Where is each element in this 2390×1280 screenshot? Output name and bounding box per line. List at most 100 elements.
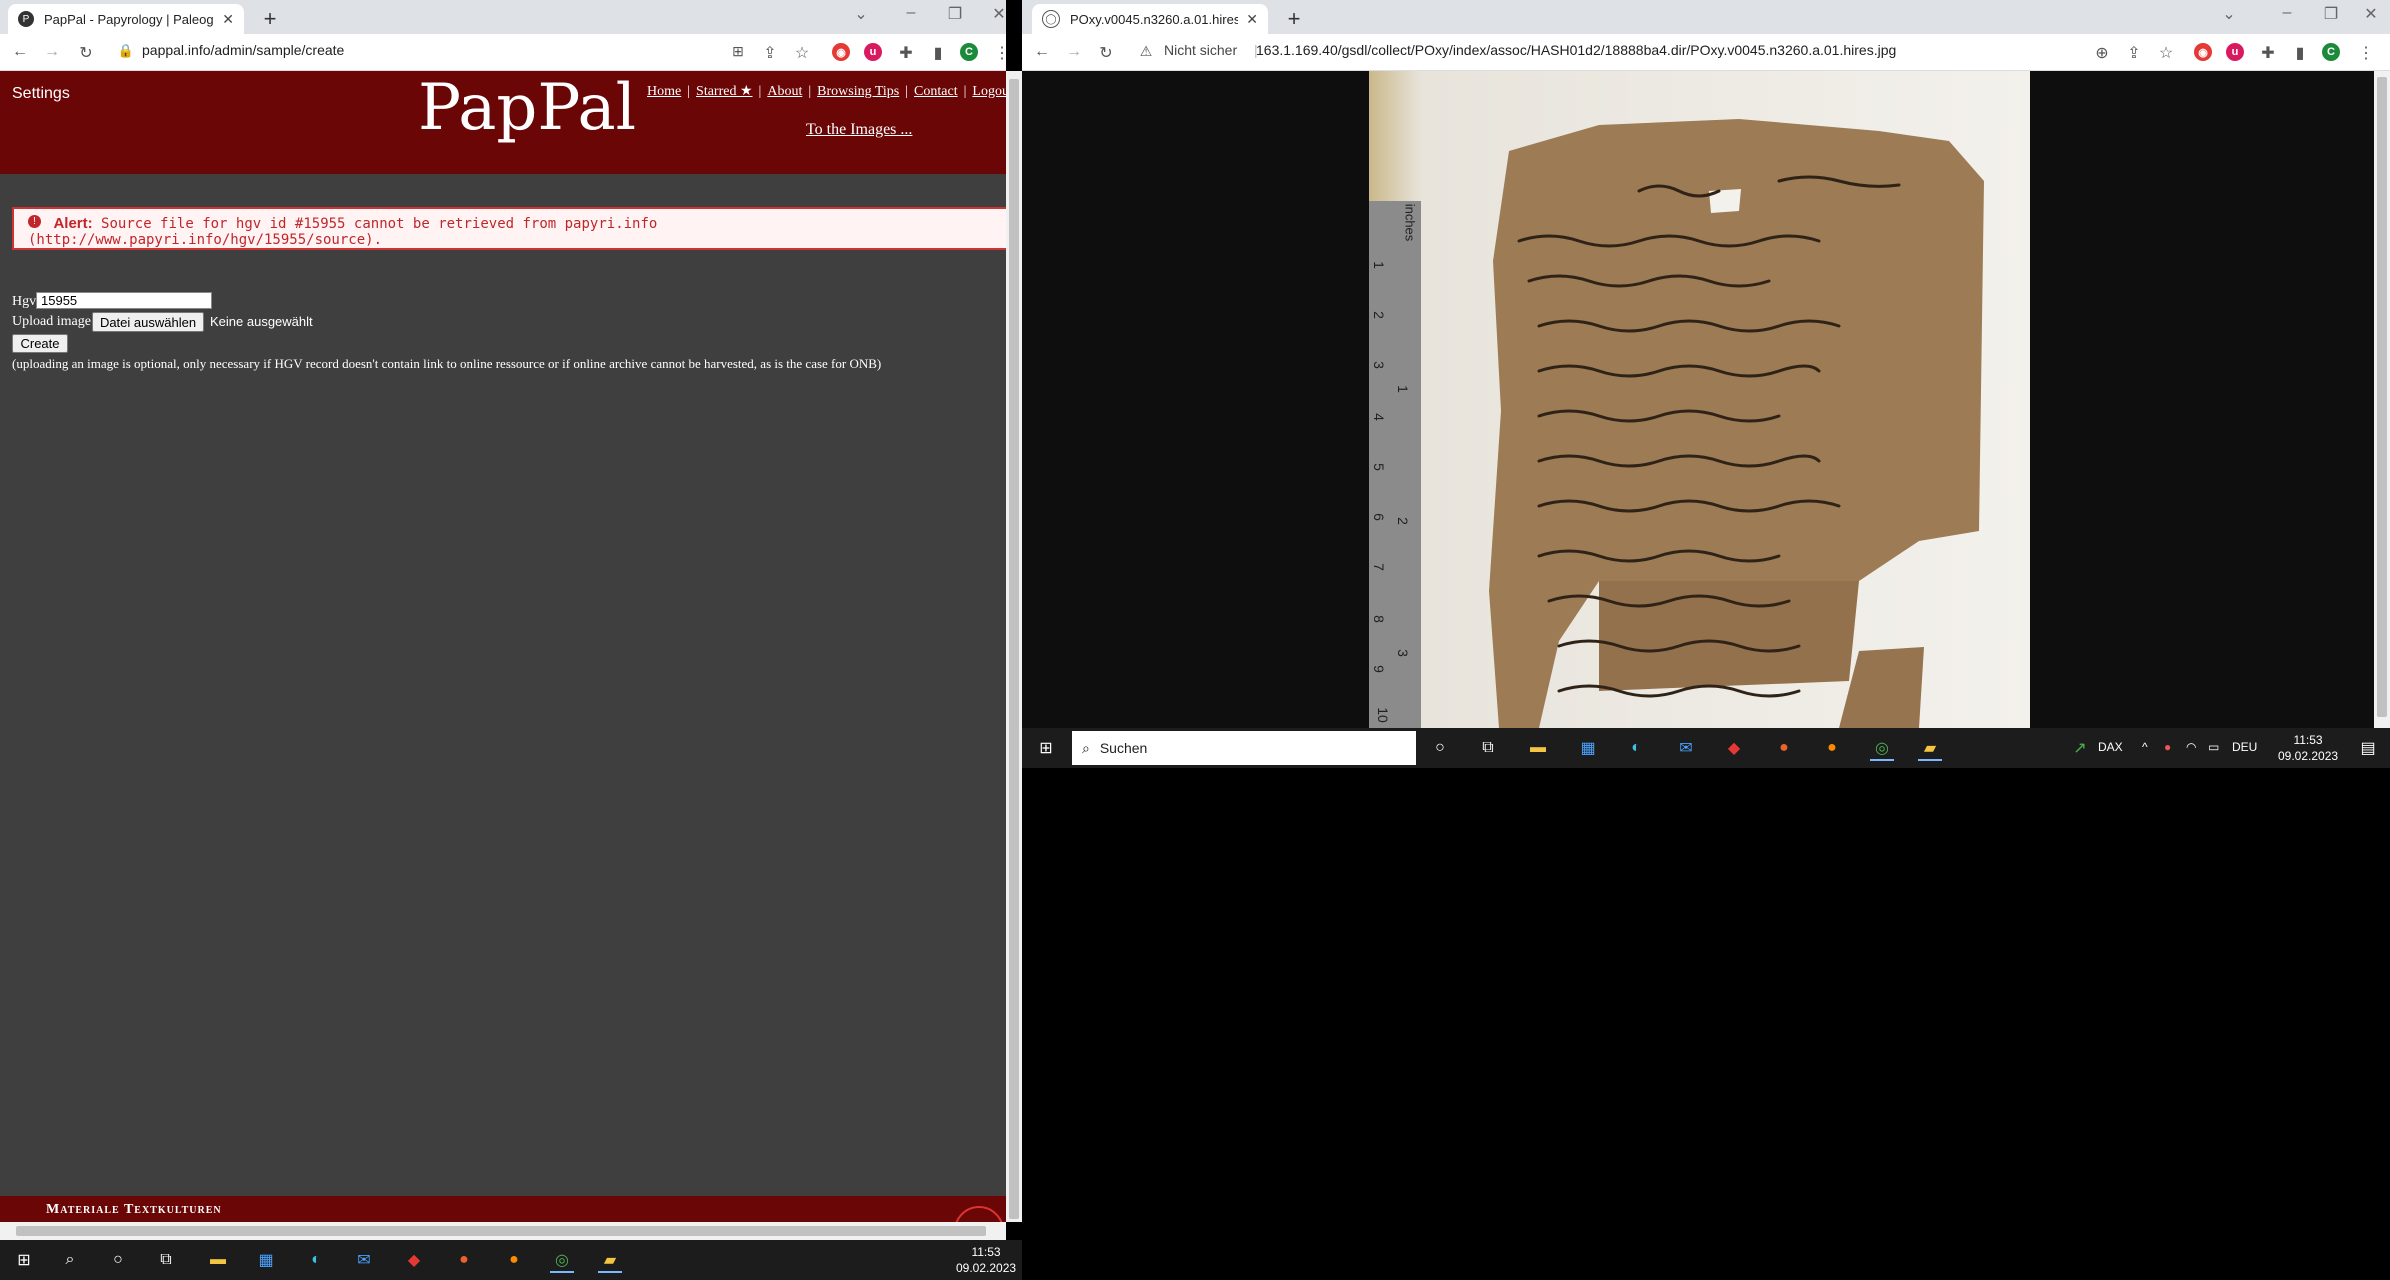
- right-share-icon[interactable]: ⇪: [2124, 43, 2144, 63]
- ruler-cm-2: 2: [1370, 311, 1387, 319]
- ruler-cm-9: 9: [1370, 665, 1387, 673]
- extensions-puzzle-icon[interactable]: ✚: [896, 43, 916, 63]
- store-icon[interactable]: ▦: [254, 1249, 278, 1271]
- hgv-input[interactable]: 15955: [36, 292, 212, 309]
- not-secure-label[interactable]: Nicht sicher: [1164, 42, 1237, 58]
- to-images-link[interactable]: To the Images ...: [806, 121, 912, 139]
- nav-starred[interactable]: Starred ★: [696, 84, 752, 99]
- right-windows-start-icon[interactable]: ⊞: [1034, 737, 1058, 759]
- right-edge-icon[interactable]: ◐: [1624, 737, 1648, 759]
- right-restore-icon[interactable]: ❐: [2316, 4, 2346, 24]
- right-mail-icon[interactable]: ✉: [1674, 737, 1698, 759]
- right-powerpoint-icon[interactable]: ●: [1772, 737, 1796, 759]
- notifications-icon[interactable]: ▤: [2356, 737, 2380, 759]
- window-close-icon[interactable]: ✕: [984, 4, 1006, 24]
- right-close-tab-icon[interactable]: ✕: [1246, 11, 1258, 28]
- wifi-icon[interactable]: ◠: [2186, 740, 2196, 754]
- right-extension-shield-icon[interactable]: ◉: [2194, 43, 2212, 61]
- right-url-bar[interactable]: 163.1.169.40/gsdl/collect/POxy/index/ass…: [1256, 42, 1896, 58]
- side-panel-icon[interactable]: ▮: [928, 43, 948, 63]
- tray-shield-icon[interactable]: ●: [2164, 740, 2171, 754]
- chrome-icon[interactable]: ◎: [550, 1249, 574, 1273]
- nav-about[interactable]: About: [767, 84, 802, 99]
- create-button[interactable]: Create: [12, 334, 68, 353]
- battery-icon[interactable]: ▭: [2208, 740, 2219, 754]
- explorer-window-icon[interactable]: ▰: [598, 1249, 622, 1273]
- acrobat-icon[interactable]: ◆: [402, 1249, 426, 1271]
- back-icon[interactable]: ←: [10, 43, 30, 61]
- right-task-view-icon[interactable]: ⧉: [1476, 737, 1500, 759]
- right-explorer-window-icon[interactable]: ▰: [1918, 737, 1942, 761]
- stock-label[interactable]: DAX: [2098, 740, 2123, 754]
- right-firefox-icon[interactable]: ●: [1820, 737, 1844, 759]
- right-window-close-icon[interactable]: ✕: [2356, 4, 2386, 24]
- reload-icon[interactable]: ↻: [76, 43, 96, 63]
- right-file-explorer-icon[interactable]: ▬: [1526, 737, 1550, 759]
- horizontal-scrollbar[interactable]: [0, 1222, 1006, 1240]
- tray-chevron-icon[interactable]: ^: [2142, 740, 2148, 754]
- translate-icon[interactable]: ⊞: [728, 43, 748, 60]
- restore-icon[interactable]: ❐: [940, 4, 970, 24]
- right-extensions-icon[interactable]: ✚: [2258, 43, 2278, 63]
- url-bar[interactable]: pappal.info/admin/sample/create: [142, 42, 344, 58]
- right-clock-date: 09.02.2023: [2278, 749, 2339, 763]
- lock-icon[interactable]: 🔒: [116, 43, 136, 59]
- task-view-icon[interactable]: ⧉: [154, 1249, 178, 1271]
- share-icon[interactable]: ⇪: [760, 43, 780, 63]
- powerpoint-icon[interactable]: ●: [452, 1249, 476, 1271]
- right-cortana-icon[interactable]: ○: [1428, 737, 1452, 759]
- profile-avatar[interactable]: C: [960, 43, 978, 61]
- right-clock[interactable]: 11:53 09.02.2023: [2278, 732, 2338, 764]
- settings-link[interactable]: Settings: [12, 85, 70, 103]
- stock-chart-icon[interactable]: ↗: [2068, 737, 2092, 759]
- choose-file-button[interactable]: Datei auswählen: [92, 312, 204, 332]
- nav-logout[interactable]: Logout: [972, 84, 1006, 99]
- firefox-icon[interactable]: ●: [502, 1249, 526, 1271]
- forward-icon[interactable]: →: [42, 43, 62, 61]
- tab-pappal[interactable]: P PapPal - Papyrology | Paleograph ✕: [8, 4, 244, 34]
- language-label[interactable]: DEU: [2232, 740, 2257, 754]
- right-tab-search-icon[interactable]: ⌄: [2214, 4, 2244, 24]
- right-store-icon[interactable]: ▦: [1576, 737, 1600, 759]
- menu-kebab-icon[interactable]: ⋮: [992, 43, 1006, 63]
- right-minimize-icon[interactable]: –: [2272, 4, 2302, 22]
- right-menu-icon[interactable]: ⋮: [2356, 43, 2376, 63]
- minimize-icon[interactable]: –: [896, 4, 926, 22]
- right-reload-icon[interactable]: ↻: [1096, 43, 1116, 63]
- ruler-cm-1: 1: [1370, 261, 1387, 269]
- close-tab-icon[interactable]: ✕: [222, 11, 234, 28]
- right-back-icon[interactable]: ←: [1032, 43, 1052, 61]
- mail-icon[interactable]: ✉: [352, 1249, 376, 1271]
- new-tab-icon[interactable]: +: [256, 6, 284, 32]
- nav-browsing-tips[interactable]: Browsing Tips: [817, 84, 899, 99]
- right-new-tab-icon[interactable]: +: [1280, 6, 1308, 32]
- extension-shield-icon[interactable]: ◉: [832, 43, 850, 61]
- right-extension-ub-icon[interactable]: u: [2226, 43, 2244, 61]
- nav-contact[interactable]: Contact: [914, 84, 958, 99]
- right-profile-avatar[interactable]: C: [2322, 43, 2340, 61]
- site-logo[interactable]: PapPal: [418, 71, 636, 145]
- right-forward-icon[interactable]: →: [1064, 43, 1084, 61]
- windows-start-icon[interactable]: ⊞: [12, 1249, 36, 1271]
- taskbar-search-box[interactable]: ⌕ Suchen: [1072, 731, 1416, 765]
- left-clock[interactable]: 11:53 09.02.2023: [956, 1244, 1016, 1276]
- cortana-icon[interactable]: ○: [106, 1249, 130, 1271]
- bookmark-star-icon[interactable]: ☆: [792, 43, 812, 63]
- nav-home[interactable]: Home: [647, 84, 681, 99]
- right-vertical-scrollbar[interactable]: [2374, 71, 2390, 728]
- tab-image[interactable]: ◯ POxy.v0045.n3260.a.01.hires.jpg ✕: [1032, 4, 1268, 34]
- right-acrobat-icon[interactable]: ◆: [1722, 737, 1746, 759]
- tab-strip: P PapPal - Papyrology | Paleograph ✕ + ⌄…: [0, 0, 1006, 34]
- warning-icon[interactable]: ⚠: [1136, 43, 1156, 60]
- right-side-panel-icon[interactable]: ▮: [2290, 43, 2310, 63]
- extension-ub-icon[interactable]: u: [864, 43, 882, 61]
- file-explorer-icon[interactable]: ▬: [206, 1249, 230, 1271]
- hgv-label: Hgv: [12, 294, 37, 309]
- right-chrome-icon[interactable]: ◎: [1870, 737, 1894, 761]
- right-bookmark-icon[interactable]: ☆: [2156, 43, 2176, 63]
- edge-icon[interactable]: ◐: [304, 1249, 328, 1271]
- zoom-icon[interactable]: ⊕: [2092, 43, 2112, 63]
- left-vertical-scrollbar[interactable]: [1006, 71, 1022, 1222]
- taskbar-search-icon[interactable]: ⌕: [58, 1249, 82, 1271]
- tab-search-chevron-icon[interactable]: ⌄: [846, 4, 876, 24]
